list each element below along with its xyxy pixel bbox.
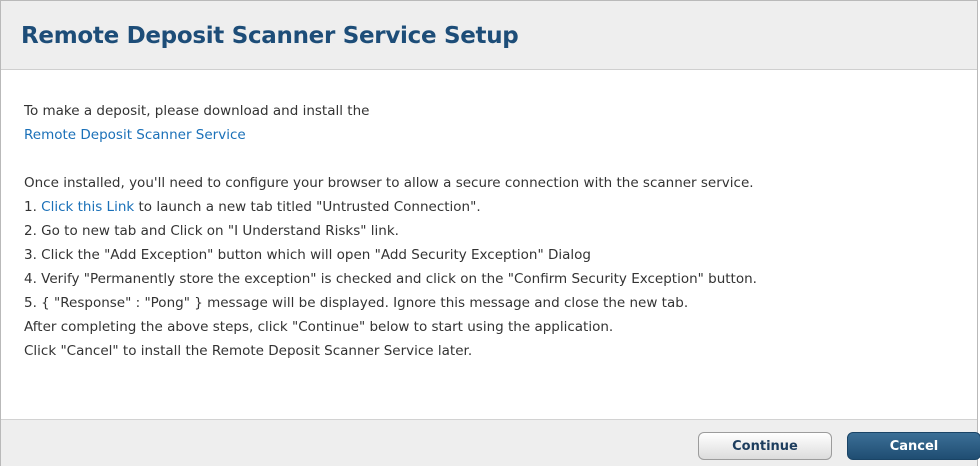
step-1-suffix: to launch a new tab titled "Untrusted Co… (134, 199, 481, 215)
after-steps-text: After completing the above steps, click … (24, 319, 614, 335)
dialog-header: Remote Deposit Scanner Service Setup (1, 1, 977, 70)
intro-text: To make a deposit, please download and i… (24, 103, 370, 119)
dialog-title: Remote Deposit Scanner Service Setup (21, 23, 519, 49)
download-scanner-service-link[interactable]: Remote Deposit Scanner Service (24, 127, 246, 143)
cancel-info-text: Click "Cancel" to install the Remote Dep… (24, 343, 473, 359)
step-3: 3. Click the "Add Exception" button whic… (24, 247, 591, 263)
dialog-body: To make a deposit, please download and i… (24, 99, 957, 363)
step-5: 5. { "Response" : "Pong" } message will … (24, 295, 689, 311)
step-1-prefix: 1. (24, 199, 42, 215)
dialog-footer: Continue Cancel (1, 419, 980, 466)
step-1: 1. Click this Link to launch a new tab t… (24, 195, 957, 219)
cancel-button[interactable]: Cancel (847, 432, 980, 460)
continue-button[interactable]: Continue (698, 432, 832, 460)
step-2: 2. Go to new tab and Click on "I Underst… (24, 223, 399, 239)
step-4: 4. Verify "Permanently store the excepti… (24, 271, 757, 287)
scanner-setup-dialog: Remote Deposit Scanner Service Setup To … (0, 0, 980, 466)
click-this-link[interactable]: Click this Link (41, 199, 134, 215)
instructions-intro: Once installed, you'll need to configure… (24, 175, 754, 191)
